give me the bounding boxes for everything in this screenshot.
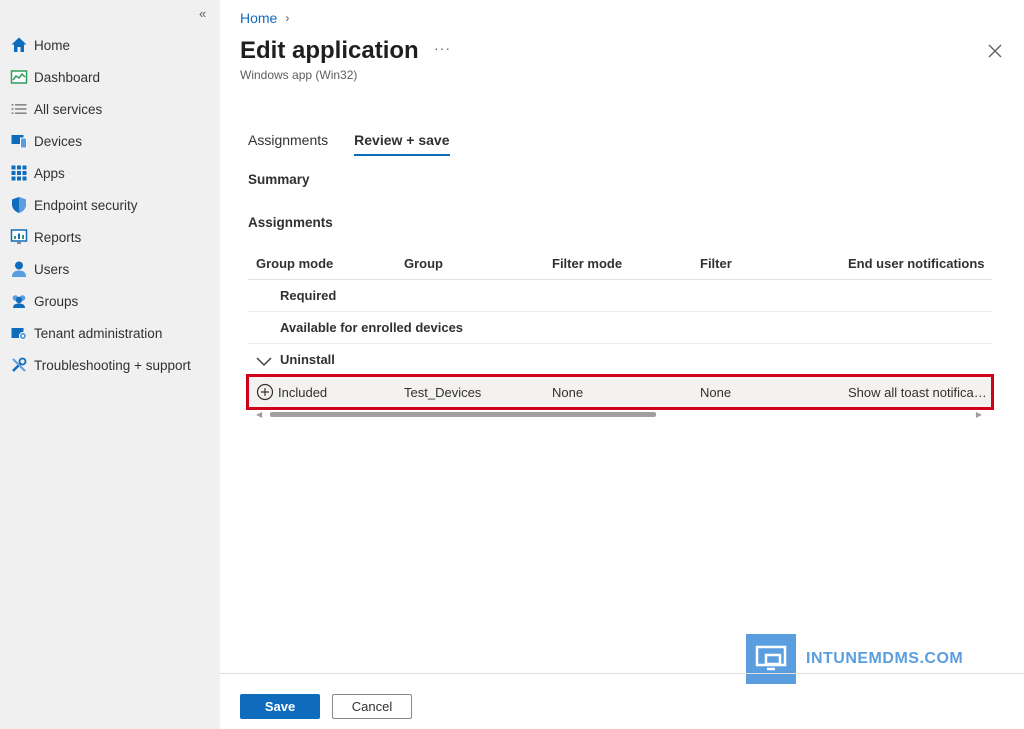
sidebar-item-label: Tenant administration — [34, 325, 163, 341]
scrollbar-thumb[interactable] — [270, 412, 656, 417]
summary-heading: Summary — [248, 172, 310, 187]
sidebar-item-tenant-administration[interactable]: Tenant administration — [0, 317, 220, 349]
more-options-icon[interactable]: ··· — [434, 40, 451, 56]
sidebar-item-devices[interactable]: Devices — [0, 125, 220, 157]
cell-end-user-notifications: Show all toast notificat... — [848, 384, 988, 400]
shield-icon — [10, 196, 28, 214]
sidebar-item-label: Home — [34, 37, 71, 53]
sidebar-item-label: Devices — [34, 133, 83, 149]
tab-assignments[interactable]: Assignments — [248, 132, 328, 156]
sidebar-item-apps[interactable]: Apps — [0, 157, 220, 189]
tab-review-save[interactable]: Review + save — [354, 132, 450, 156]
cell-group: Test_Devices — [404, 384, 482, 400]
column-header-filter-mode: Filter mode — [552, 256, 623, 271]
reports-icon — [10, 228, 28, 246]
save-button[interactable]: Save — [240, 694, 320, 719]
group-row-uninstall[interactable]: Uninstall — [248, 344, 992, 376]
sidebar-item-label: Troubleshooting + support — [34, 357, 191, 373]
sidebar-item-label: Users — [34, 261, 70, 277]
dashboard-icon — [10, 68, 28, 86]
cell-filter: None — [700, 384, 732, 400]
page-title: Edit application — [240, 37, 419, 64]
group-label: Available for enrolled devices — [280, 320, 464, 335]
assignments-heading: Assignments — [248, 215, 333, 230]
sidebar-item-reports[interactable]: Reports — [0, 221, 220, 253]
group-mode-value: Included — [278, 384, 328, 400]
main-panel: Home › Edit application ··· Windows app … — [220, 0, 1024, 729]
chevron-right-icon: › — [285, 11, 290, 25]
tab-bar: Assignments Review + save — [248, 132, 450, 156]
sidebar-item-home[interactable]: Home — [0, 29, 220, 61]
scroll-right-icon[interactable]: ▶ — [976, 410, 982, 419]
table-row[interactable]: Included Test_Devices None None Show all… — [246, 374, 994, 410]
tenant-admin-icon — [10, 324, 28, 342]
groups-icon — [10, 292, 28, 310]
group-row-available[interactable]: Available for enrolled devices — [248, 312, 992, 344]
nav-list: Home Dashboard All services Devices Apps — [0, 29, 220, 381]
cell-filter-mode: None — [552, 384, 584, 400]
apps-grid-icon — [10, 164, 28, 182]
cell-group-mode: Included — [248, 383, 396, 401]
chevron-down-icon[interactable] — [256, 355, 272, 366]
watermark-text: INTUNEMDMS.COM — [806, 650, 964, 667]
sidebar-item-label: Dashboard — [34, 69, 101, 85]
collapse-sidebar-icon[interactable]: « — [199, 6, 206, 21]
group-row-required[interactable]: Required — [248, 280, 992, 312]
group-label: Required — [280, 288, 337, 303]
plus-circle-icon — [256, 383, 274, 401]
tools-icon — [10, 356, 28, 374]
assignments-table: Group mode Group Filter mode Filter End … — [246, 248, 994, 419]
list-icon — [10, 100, 28, 118]
sidebar-item-label: Endpoint security — [34, 197, 138, 213]
scroll-left-icon[interactable]: ◀ — [256, 410, 262, 419]
table-header: Group mode Group Filter mode Filter End … — [248, 248, 992, 280]
sidebar-item-troubleshooting[interactable]: Troubleshooting + support — [0, 349, 220, 381]
sidebar-item-endpoint-security[interactable]: Endpoint security — [0, 189, 220, 221]
sidebar-item-dashboard[interactable]: Dashboard — [0, 61, 220, 93]
home-icon — [10, 36, 28, 54]
footer-bar: Save Cancel — [220, 673, 1024, 729]
breadcrumb: Home › — [240, 10, 289, 26]
sidebar-item-groups[interactable]: Groups — [0, 285, 220, 317]
column-header-end-user-notifications: End user notifications — [848, 256, 985, 271]
sidebar-item-label: Groups — [34, 293, 79, 309]
close-icon[interactable] — [986, 42, 1004, 60]
page-subtitle: Windows app (Win32) — [240, 68, 358, 82]
breadcrumb-home-link[interactable]: Home — [240, 10, 277, 26]
column-header-group: Group — [404, 256, 443, 271]
sidebar-item-users[interactable]: Users — [0, 253, 220, 285]
sidebar-item-label: Apps — [34, 165, 65, 181]
sidebar-item-label: All services — [34, 101, 103, 117]
column-header-filter: Filter — [700, 256, 732, 271]
column-header-group-mode: Group mode — [256, 256, 334, 271]
user-icon — [10, 260, 28, 278]
sidebar-item-all-services[interactable]: All services — [0, 93, 220, 125]
cancel-button[interactable]: Cancel — [332, 694, 412, 719]
sidebar-item-label: Reports — [34, 229, 82, 245]
group-label: Uninstall — [280, 352, 335, 367]
left-nav-sidebar: « Home Dashboard All services Devices Ap… — [0, 0, 220, 729]
horizontal-scrollbar[interactable]: ◀ ▶ — [248, 410, 992, 419]
devices-icon — [10, 132, 28, 150]
